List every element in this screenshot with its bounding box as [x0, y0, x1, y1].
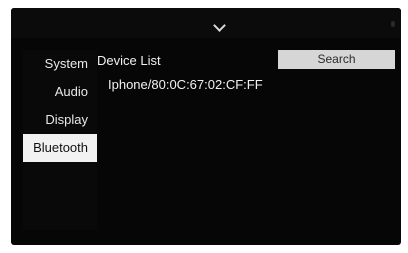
sidebar-item-system[interactable]: System — [23, 50, 97, 78]
list-item[interactable]: Iphone/80:0C:67:02:CF:FF — [97, 74, 395, 96]
settings-sidebar: System Audio Display Bluetooth — [23, 50, 97, 162]
sidebar-item-bluetooth[interactable]: Bluetooth — [23, 134, 97, 162]
sidebar-item-display[interactable]: Display — [23, 106, 97, 134]
device-bezel: System Audio Display Bluetooth Device Li… — [0, 0, 408, 253]
chevron-down-icon[interactable] — [213, 19, 226, 32]
display-screen: System Audio Display Bluetooth Device Li… — [11, 8, 401, 245]
sidebar-item-audio[interactable]: Audio — [23, 78, 97, 106]
device-list-title: Device List — [97, 53, 161, 68]
top-bar — [11, 8, 401, 38]
search-button[interactable]: Search — [278, 50, 395, 69]
status-indicator-icon — [391, 21, 395, 27]
device-list: Iphone/80:0C:67:02:CF:FF — [97, 74, 395, 230]
